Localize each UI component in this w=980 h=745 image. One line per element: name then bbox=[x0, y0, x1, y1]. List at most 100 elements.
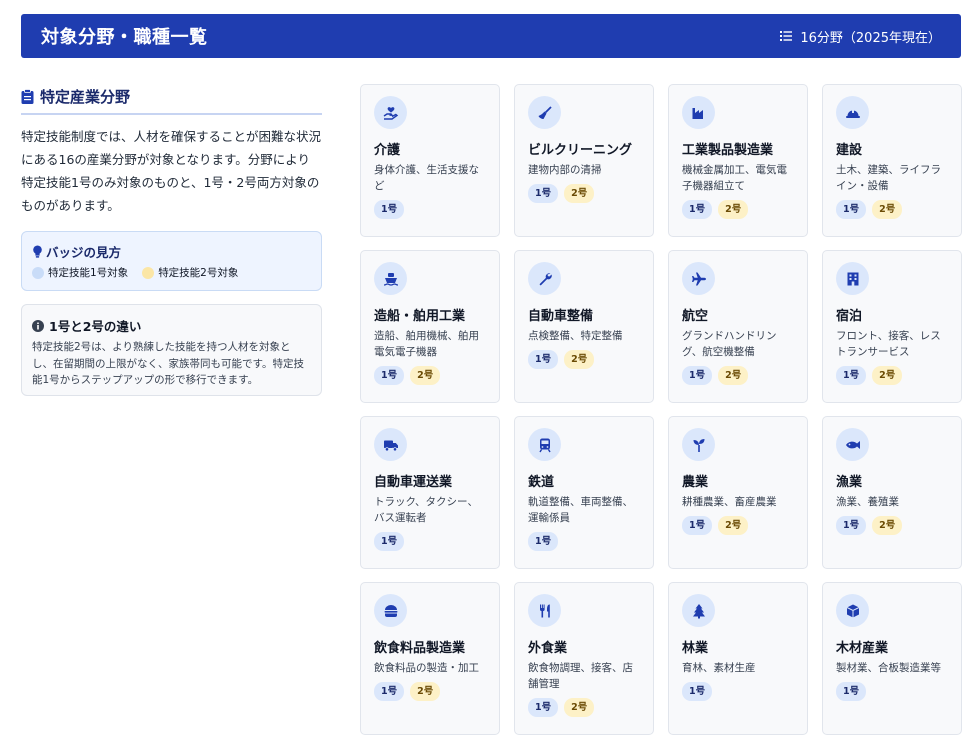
badge-tokutei-1: 1号 bbox=[528, 184, 559, 203]
field-card[interactable]: 木材産業 製材業、合板製造業等 1号 bbox=[822, 582, 962, 735]
field-card[interactable]: 航空 グランドハンドリング、航空機整備 1号 2号 bbox=[668, 250, 808, 403]
badge-tokutei-1: 1号 bbox=[374, 682, 405, 701]
field-title: 鉄道 bbox=[528, 475, 555, 490]
field-card[interactable]: 造船・舶用工業 造船、舶用機械、舶用電気電子機器 1号 2号 bbox=[360, 250, 500, 403]
field-title: 林業 bbox=[682, 641, 709, 656]
field-title: 漁業 bbox=[836, 475, 863, 490]
badge-row: 1号 2号 bbox=[836, 366, 949, 385]
badge-row: 1号 2号 bbox=[836, 516, 949, 535]
field-card[interactable]: 建設土木、建築、ライフライン・設備 1号 2号 bbox=[822, 84, 962, 237]
train-icon bbox=[528, 428, 561, 461]
ship-icon bbox=[374, 262, 407, 295]
field-card[interactable]: 漁業漁業、養殖業 1号 2号 bbox=[822, 416, 962, 569]
lightbulb-icon bbox=[33, 245, 42, 258]
field-title: 農業 bbox=[682, 475, 709, 490]
wrench-icon bbox=[528, 262, 561, 295]
note-title-row: 1号と2号の違い bbox=[32, 316, 311, 335]
list-icon bbox=[780, 31, 793, 41]
badge-tokutei-2: 2号 bbox=[564, 698, 595, 717]
field-card[interactable]: 自動車整備 点検整備、特定整備 1号 2号 bbox=[514, 250, 654, 403]
field-count-label: 16分野（2025年現在） bbox=[800, 30, 941, 46]
badge-tokutei-1: 1号 bbox=[374, 200, 405, 219]
field-description: 機械金属加工、電気電子機器組立て bbox=[682, 164, 787, 192]
legend-label-2: 特定技能2号対象 bbox=[158, 267, 239, 279]
badge-tokutei-1: 1号 bbox=[836, 366, 867, 385]
field-description: フロント、接客、レストランサービス bbox=[836, 330, 941, 358]
badge-legend: バッジの見方 特定技能1号対象 特定技能2号対象 bbox=[21, 231, 322, 291]
badge-tokutei-1: 1号 bbox=[836, 682, 867, 701]
field-description: 飲食料品の製造・加工 bbox=[374, 662, 479, 674]
badge-tokutei-2: 2号 bbox=[410, 366, 441, 385]
badge-tokutei-1: 1号 bbox=[682, 366, 713, 385]
badge-row: 1号 2号 bbox=[682, 516, 795, 535]
badge-tokutei-1: 1号 bbox=[374, 532, 405, 551]
field-description: 建物内部の清掃 bbox=[528, 164, 602, 176]
section-heading: 特定産業分野 bbox=[21, 86, 322, 115]
legend-title-row: バッジの見方 bbox=[32, 242, 311, 261]
field-card[interactable]: 工業製品製造業機械金属加工、電気電子機器組立て 1号 2号 bbox=[668, 84, 808, 237]
badge-row: 1号 2号 bbox=[374, 682, 487, 701]
hardhat-icon bbox=[836, 96, 869, 129]
field-card[interactable]: 飲食料品製造業飲食料品の製造・加工 1号 2号 bbox=[360, 582, 500, 735]
field-card[interactable]: ビルクリーニング 建物内部の清掃 1号 2号 bbox=[514, 84, 654, 237]
field-card[interactable]: 介護 身体介護、生活支援など 1号 bbox=[360, 84, 500, 237]
care-icon bbox=[374, 96, 407, 129]
badge-tokutei-1: 1号 bbox=[682, 516, 713, 535]
yellow-dot-icon bbox=[142, 266, 155, 279]
field-title: 工業製品製造業 bbox=[682, 143, 774, 158]
badge-row: 1号 2号 bbox=[682, 200, 795, 219]
field-card[interactable]: 宿泊フロント、接客、レストランサービス 1号 2号 bbox=[822, 250, 962, 403]
burger-icon bbox=[374, 594, 407, 627]
field-title: 介護 bbox=[374, 143, 401, 158]
field-card[interactable]: 林業 育林、素材生産 1号 bbox=[668, 582, 808, 735]
field-card[interactable]: 鉄道 軌道整備、車両整備、運輸係員 1号 bbox=[514, 416, 654, 569]
field-title: 外食業 bbox=[528, 641, 568, 656]
clipboard-icon bbox=[21, 89, 34, 104]
difference-note: 1号と2号の違い 特定技能2号は、より熟練した技能を持つ人材を対象とし、在留期間… bbox=[21, 304, 322, 396]
field-description: グランドハンドリング、航空機整備 bbox=[682, 330, 777, 358]
field-card[interactable]: 農業 耕種農業、畜産農業 1号 2号 bbox=[668, 416, 808, 569]
badge-row: 1号 bbox=[374, 532, 487, 551]
badge-row: 1号 bbox=[836, 682, 949, 701]
page-header: 対象分野・職種一覧 16分野（2025年現在） bbox=[21, 14, 961, 58]
badge-tokutei-2: 2号 bbox=[564, 184, 595, 203]
field-title: 建設 bbox=[836, 143, 863, 158]
badge-tokutei-2: 2号 bbox=[872, 516, 903, 535]
note-text: 特定技能2号は、より熟練した技能を持つ人材を対象とし、在留期間の上限がなく、家族… bbox=[32, 341, 304, 386]
field-title: 飲食料品製造業 bbox=[374, 641, 466, 656]
truck-icon bbox=[374, 428, 407, 461]
utensils-icon bbox=[528, 594, 561, 627]
badge-tokutei-1: 1号 bbox=[682, 682, 713, 701]
badge-tokutei-2: 2号 bbox=[718, 516, 749, 535]
field-description: 土木、建築、ライフライン・設備 bbox=[836, 164, 941, 192]
blue-dot-icon bbox=[32, 266, 44, 279]
badge-tokutei-2: 2号 bbox=[410, 682, 441, 701]
badge-tokutei-1: 1号 bbox=[528, 698, 559, 717]
badge-row: 1号 bbox=[374, 200, 487, 219]
badge-tokutei-2: 2号 bbox=[718, 366, 749, 385]
section-description: 特定技能制度では、人材を確保することが困難な状況にある16の産業分野が対象となり… bbox=[21, 129, 322, 213]
field-card[interactable]: 自動車運送業 トラック、タクシー、バス運転者 1号 bbox=[360, 416, 500, 569]
badge-tokutei-2: 2号 bbox=[718, 200, 749, 219]
field-description: 製材業、合板製造業等 bbox=[836, 662, 941, 674]
badge-row: 1号 2号 bbox=[528, 184, 641, 203]
badge-tokutei-1: 1号 bbox=[682, 200, 713, 219]
legend-item-2: 特定技能2号対象 bbox=[142, 265, 238, 280]
sidebar: 特定産業分野 特定技能制度では、人材を確保することが困難な状況にある16の産業分… bbox=[21, 86, 322, 396]
field-title: 宿泊 bbox=[836, 309, 863, 324]
tree-icon bbox=[682, 594, 715, 627]
legend-label-1: 特定技能1号対象 bbox=[48, 267, 129, 279]
field-description: 漁業、養殖業 bbox=[836, 496, 899, 508]
badge-tokutei-2: 2号 bbox=[564, 350, 595, 369]
badge-tokutei-1: 1号 bbox=[836, 516, 867, 535]
seedling-icon bbox=[682, 428, 715, 461]
field-title: 自動車整備 bbox=[528, 309, 594, 324]
section-title: 特定産業分野 bbox=[40, 88, 131, 106]
note-title: 1号と2号の違い bbox=[49, 319, 142, 334]
factory-icon bbox=[682, 96, 715, 129]
badge-row: 1号 2号 bbox=[836, 200, 949, 219]
badge-tokutei-2: 2号 bbox=[872, 200, 903, 219]
legend-title: バッジの見方 bbox=[46, 245, 122, 260]
field-card[interactable]: 外食業 飲食物調理、接客、店舗管理 1号 2号 bbox=[514, 582, 654, 735]
badge-tokutei-1: 1号 bbox=[836, 200, 867, 219]
